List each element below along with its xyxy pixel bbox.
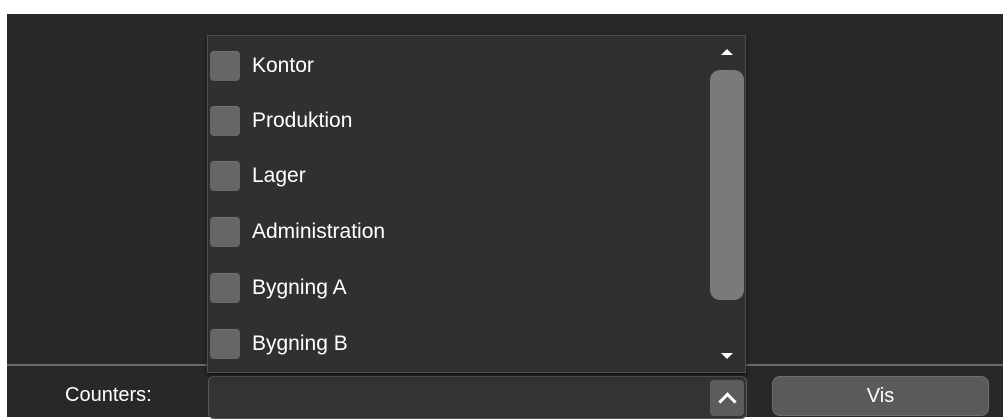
checkbox[interactable]	[210, 106, 240, 136]
checkbox[interactable]	[210, 329, 240, 359]
vis-button[interactable]: Vis	[772, 376, 989, 416]
triangle-down-icon	[720, 353, 733, 359]
triangle-up-icon	[720, 49, 733, 55]
option-bygning-b[interactable]: Bygning B	[208, 318, 708, 370]
scroll-up-button[interactable]	[708, 42, 745, 62]
option-administration[interactable]: Administration	[208, 206, 708, 258]
option-kontor[interactable]: Kontor	[208, 40, 708, 92]
scrollbar-thumb[interactable]	[710, 70, 744, 300]
option-bygning-a[interactable]: Bygning A	[208, 262, 708, 314]
option-produktion[interactable]: Produktion	[208, 95, 708, 147]
option-label: Produktion	[252, 109, 353, 132]
counters-label: Counters:	[65, 384, 152, 406]
option-label: Bygning A	[252, 276, 347, 299]
checkbox[interactable]	[210, 51, 240, 81]
counters-select[interactable]	[208, 376, 747, 419]
option-lager[interactable]: Lager	[208, 150, 708, 202]
option-label: Kontor	[252, 54, 314, 77]
checkbox[interactable]	[210, 273, 240, 303]
scrollbar[interactable]	[708, 36, 745, 372]
checkbox[interactable]	[210, 217, 240, 247]
chevron-up-icon	[717, 391, 737, 411]
option-label: Lager	[252, 164, 306, 187]
option-label: Bygning B	[252, 332, 348, 355]
dropdown-toggle-button[interactable]	[710, 380, 744, 416]
checkbox[interactable]	[210, 161, 240, 191]
scroll-down-button[interactable]	[708, 346, 745, 366]
counters-dropdown-list[interactable]: Kontor Produktion Lager Administration B…	[207, 35, 746, 373]
option-label: Administration	[252, 220, 386, 243]
